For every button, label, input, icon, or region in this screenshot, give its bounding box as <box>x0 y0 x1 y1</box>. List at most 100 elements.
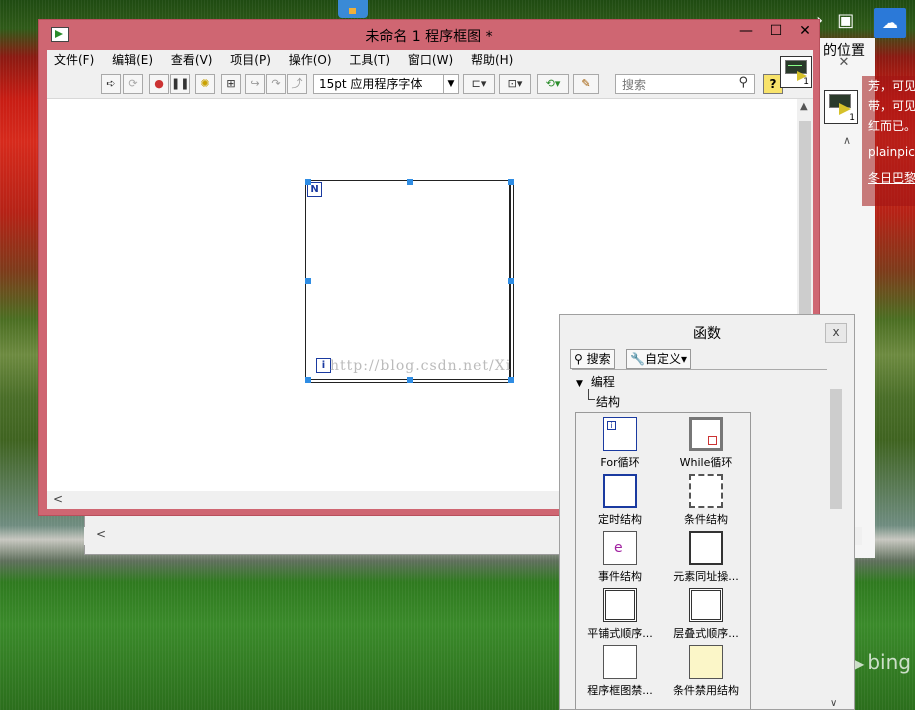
font-select[interactable]: 15pt 应用程序字体 ▼ <box>313 74 459 94</box>
picture-icon[interactable]: ▣ <box>837 10 854 31</box>
pause-icon[interactable]: ❚❚ <box>170 74 190 94</box>
menu-operate[interactable]: 操作(O) <box>282 50 339 70</box>
front-panel-vi-icon[interactable]: 1 <box>824 90 858 124</box>
palette-item-label: 定时结构 <box>598 513 642 526</box>
palette-item-event-structure[interactable]: e 事件结构 <box>576 531 664 584</box>
blog-watermark: http://blog.csdn.net/Xi <box>330 358 512 374</box>
vi-icon-number: 1 <box>803 77 809 87</box>
tree-label: 结构 <box>596 395 621 409</box>
run-arrow-icon[interactable]: ➪ <box>101 74 121 94</box>
retain-wire-values-icon[interactable]: ⊞ <box>221 74 241 94</box>
search-box[interactable]: ⚲ <box>615 74 755 94</box>
vi-icon[interactable]: 1 <box>780 56 812 88</box>
scroll-up-icon[interactable]: ∧ <box>843 134 851 147</box>
palette-item-label: 事件结构 <box>598 570 642 583</box>
sidebar-line: plainpictu <box>868 145 915 159</box>
window-title: 未命名 1 程序框图 * <box>365 29 493 45</box>
palette-item-case-structure[interactable]: 条件结构 <box>662 474 750 527</box>
desktop-text-sidebar: 芳，可见 带，可见 红而已。 plainpictu 冬日巴黎 <box>862 76 915 206</box>
resize-handle[interactable] <box>407 377 413 383</box>
sidebar-link[interactable]: 冬日巴黎 <box>868 168 915 188</box>
cleanup-diagram-icon[interactable]: ✎ <box>573 74 599 94</box>
palette-separator <box>572 369 827 370</box>
functions-palette: 函数 x ⚲ 搜索 🔧自定义▾ ▼ 编程 结构 i For循环 While循环 定… <box>559 314 855 710</box>
search-input[interactable] <box>620 76 732 94</box>
menu-help[interactable]: 帮助(H) <box>464 50 520 70</box>
palette-item-while-loop[interactable]: While循环 <box>662 417 750 470</box>
menu-tools[interactable]: 工具(T) <box>342 50 397 70</box>
palette-item-flat-sequence[interactable]: 平铺式顺序... <box>576 588 664 641</box>
palette-item-label: 条件禁用结构 <box>673 684 739 697</box>
sidebar-line: 红而已。 <box>868 119 915 133</box>
menu-file[interactable]: 文件(F) <box>47 50 101 70</box>
palette-item-label: 程序框图禁... <box>587 684 653 697</box>
tree-item-structures[interactable]: 结构 <box>587 389 621 410</box>
resize-handle[interactable] <box>407 179 413 185</box>
close-button[interactable]: ✕ <box>787 20 823 42</box>
highlight-execution-icon[interactable]: ✺ <box>195 74 215 94</box>
search-icon[interactable]: ⚲ <box>738 75 748 90</box>
palette-vertical-scrollbar[interactable]: ∨ <box>828 387 844 709</box>
tree-label: 编程 <box>590 375 615 389</box>
palette-item-label: 平铺式顺序... <box>587 627 653 640</box>
align-objects-icon[interactable]: ⊏▾ <box>463 74 495 94</box>
palette-search-label: 搜索 <box>586 352 611 366</box>
resize-handle[interactable] <box>508 377 514 383</box>
case-structure-icon <box>689 474 723 508</box>
palette-item-for-loop[interactable]: i For循环 <box>576 417 664 470</box>
menu-edit[interactable]: 编辑(E) <box>105 50 160 70</box>
resize-handle[interactable] <box>305 179 311 185</box>
palette-item-label: For循环 <box>600 456 640 469</box>
taskbar-toolbox-icon[interactable] <box>338 0 368 18</box>
palette-item-label: 层叠式顺序... <box>673 627 739 640</box>
resize-handle[interactable] <box>305 278 311 284</box>
front-panel-vi-number: 1 <box>849 113 855 123</box>
step-over-icon[interactable]: ↷ <box>266 74 286 94</box>
distribute-objects-icon[interactable]: ⊡▾ <box>499 74 531 94</box>
for-loop-structure[interactable]: N i <box>305 180 514 383</box>
run-continuously-icon[interactable]: ⟳ <box>123 74 143 94</box>
scroll-left-icon[interactable]: < <box>96 527 106 541</box>
menu-project[interactable]: 项目(P) <box>223 50 278 70</box>
scrollbar-thumb[interactable] <box>830 389 842 509</box>
resize-handle[interactable] <box>508 179 514 185</box>
palette-item-stacked-sequence[interactable]: 层叠式顺序... <box>662 588 750 641</box>
resize-handle[interactable] <box>305 377 311 383</box>
in-place-element-icon <box>689 531 723 565</box>
palette-item-label: While循环 <box>679 456 733 469</box>
palette-customize-button[interactable]: 🔧自定义▾ <box>626 349 691 369</box>
iteration-terminal[interactable]: i <box>316 358 331 373</box>
palette-item-in-place-element[interactable]: 元素同址操... <box>662 531 750 584</box>
reorder-icon[interactable]: ⟲▾ <box>537 74 569 94</box>
timed-structure-icon <box>603 474 637 508</box>
conditional-disable-icon <box>689 645 723 679</box>
palette-search-button[interactable]: ⚲ 搜索 <box>570 349 615 369</box>
palette-item-conditional-disable[interactable]: 条件禁用结构 <box>662 645 750 698</box>
tree-item-programming[interactable]: ▼ 编程 <box>576 373 615 390</box>
palette-icon-grid: i For循环 While循环 定时结构 条件结构 e 事件结构 元素同址操..… <box>575 412 751 709</box>
menu-window[interactable]: 窗口(W) <box>401 50 460 70</box>
search-icon: ⚲ <box>574 352 583 366</box>
palette-close-button[interactable]: x <box>825 323 847 343</box>
palette-customize-label: 自定义 <box>644 352 681 366</box>
scroll-left-icon[interactable]: < <box>53 492 63 506</box>
wrench-icon: 🔧 <box>630 352 645 366</box>
desktop-tray-icons: ›▣ <box>816 10 868 31</box>
palette-item-diagram-disable[interactable]: 程序框图禁... <box>576 645 664 698</box>
chevron-down-icon: ▼ <box>443 75 458 93</box>
palette-item-label: 元素同址操... <box>673 570 739 583</box>
step-out-icon[interactable]: ⤴ <box>287 74 307 94</box>
expand-triangle-icon[interactable]: ▼ <box>576 379 583 389</box>
abort-icon[interactable]: ● <box>149 74 169 94</box>
step-into-icon[interactable]: ↪ <box>245 74 265 94</box>
cloud-app-icon[interactable]: ☁ <box>874 8 906 38</box>
flat-sequence-icon <box>603 588 637 622</box>
menu-view[interactable]: 查看(V) <box>164 50 220 70</box>
palette-title: 函数 <box>693 326 721 342</box>
front-panel-close-icon[interactable]: ✕ <box>829 55 859 70</box>
scroll-down-icon[interactable]: ∨ <box>830 698 837 709</box>
resize-handle[interactable] <box>508 278 514 284</box>
for-loop-icon: i <box>603 417 637 451</box>
scroll-up-icon[interactable]: ▲ <box>800 101 808 112</box>
palette-item-timed-structure[interactable]: 定时结构 <box>576 474 664 527</box>
